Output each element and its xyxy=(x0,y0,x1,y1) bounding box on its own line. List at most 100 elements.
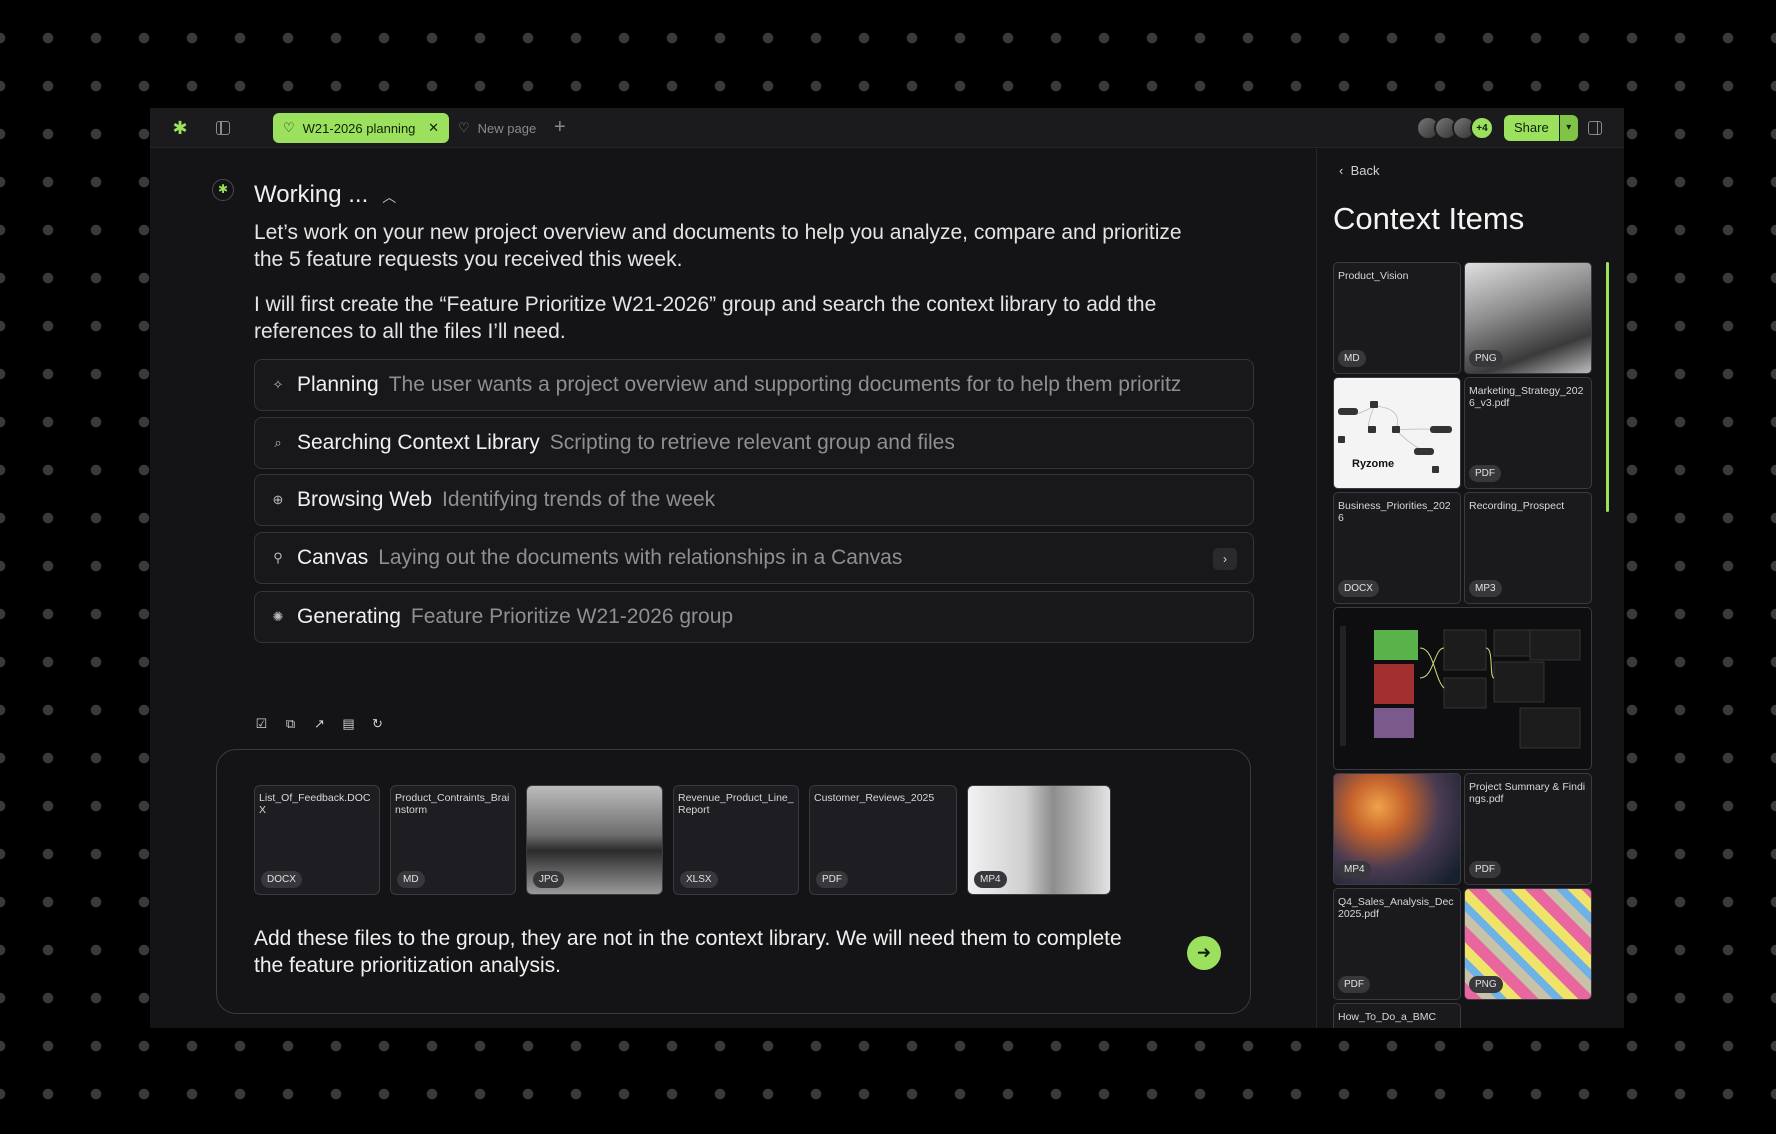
lightbulb-icon: ♡ xyxy=(458,120,470,135)
sidebar-toggle-icon[interactable] xyxy=(216,121,230,135)
send-button[interactable]: ➜ xyxy=(1187,936,1221,970)
collaborator-avatars[interactable]: +4 xyxy=(1416,116,1494,140)
tab-w21-planning[interactable]: ♡ W21-2026 planning ✕ xyxy=(273,113,449,143)
item-name: Project Summary & Findings.pdf xyxy=(1469,781,1586,805)
tab-label: New page xyxy=(477,120,537,136)
file-card-video[interactable]: MP4 xyxy=(967,785,1111,895)
file-type-badge: PDF xyxy=(1469,861,1501,878)
chevron-right-icon[interactable]: › xyxy=(1213,548,1237,570)
chat-main: ✱ Working ... ︿ Let’s work on your new pr… xyxy=(150,149,1316,1028)
file-type-badge: MP3 xyxy=(1469,580,1502,597)
context-item[interactable]: Project Summary & Findings.pdf PDF xyxy=(1464,773,1592,885)
context-item[interactable]: Business_Priorities_2026 DOCX xyxy=(1333,492,1461,604)
share-button[interactable]: Share xyxy=(1504,115,1559,141)
file-card-image[interactable]: JPG xyxy=(526,785,663,895)
file-card[interactable]: Product_Contraints_Brainstorm MD xyxy=(390,785,516,895)
right-panel-toggle-icon[interactable] xyxy=(1588,121,1602,135)
app-window: ✱ ♡ W21-2026 planning ✕ ♡ New page + +4 … xyxy=(150,108,1624,1028)
file-type-badge: PNG xyxy=(1469,350,1503,367)
item-name: Q4_Sales_Analysis_Dec2025.pdf xyxy=(1338,896,1454,920)
scrollbar[interactable] xyxy=(1606,262,1609,512)
item-name: Business_Priorities_2026 xyxy=(1338,500,1451,524)
copy-icon[interactable]: ⧉ xyxy=(283,716,298,731)
panel-title: Context Items xyxy=(1333,201,1525,236)
file-type-badge: DOCX xyxy=(1338,580,1379,597)
composer[interactable]: List_Of_Feedback.DOCX DOCX Product_Contr… xyxy=(216,749,1251,1014)
step-browsing-web[interactable]: ⊕ Browsing Web Identifying trends of the… xyxy=(254,474,1254,526)
context-item-image[interactable]: PNG xyxy=(1464,888,1592,1000)
context-panel: ‹ Back Context Items Product_Vision MD P… xyxy=(1316,149,1624,1028)
file-type-badge: PDF xyxy=(816,871,848,888)
step-planning[interactable]: ✧ Planning The user wants a project over… xyxy=(254,359,1254,411)
assistant-message-2: I will first create the “Feature Priorit… xyxy=(254,293,1157,343)
file-type-badge: MP4 xyxy=(974,871,1007,888)
file-type-badge: MD xyxy=(1338,350,1366,367)
file-type-badge: MD xyxy=(397,871,425,888)
status-text: Working ... xyxy=(254,181,369,208)
archive-icon[interactable]: ▤ xyxy=(341,716,356,731)
file-name: Product_Contraints_Brainstorm xyxy=(395,792,510,816)
step-title: Canvas xyxy=(297,546,369,569)
item-name: Product_Vision xyxy=(1338,270,1409,282)
search-icon: ⌕ xyxy=(274,435,282,450)
external-link-icon[interactable]: ↗ xyxy=(312,716,327,731)
sparkle-icon: ✧ xyxy=(272,377,284,392)
file-name: Revenue_Product_Line_Report xyxy=(678,792,794,816)
context-item[interactable]: How_To_Do_a_BMC xyxy=(1333,1003,1461,1028)
context-item-video[interactable]: MP4 xyxy=(1333,773,1461,885)
file-card[interactable]: Revenue_Product_Line_Report XLSX xyxy=(673,785,799,895)
working-status[interactable]: Working ... ︿ xyxy=(254,181,396,209)
step-title: Browsing Web xyxy=(297,488,433,511)
chevron-left-icon: ‹ xyxy=(1339,163,1344,178)
context-item[interactable]: Recording_Prospect MP3 xyxy=(1464,492,1592,604)
assistant-message-1: Let’s work on your new project overview … xyxy=(254,221,1182,271)
agent-avatar-icon: ✱ xyxy=(212,179,234,201)
file-type-badge: PDF xyxy=(1469,465,1501,482)
tab-label: W21-2026 planning xyxy=(302,120,416,136)
add-tab-icon[interactable]: + xyxy=(554,116,566,139)
context-item[interactable]: Marketing_Strategy_2026_v3.pdf PDF xyxy=(1464,377,1592,489)
file-name: Customer_Reviews_2025 xyxy=(814,792,935,804)
context-item-canvas[interactable]: MP4 xyxy=(1333,607,1592,770)
context-item-graph[interactable]: Ryzome xyxy=(1333,377,1461,489)
file-type-badge: PNG xyxy=(1469,976,1503,993)
file-card[interactable]: List_Of_Feedback.DOCX DOCX xyxy=(254,785,380,895)
step-subtitle: Identifying trends of the week xyxy=(442,488,716,511)
file-type-badge: DOCX xyxy=(261,871,302,888)
graph-thumbnail xyxy=(1338,401,1452,473)
lightbulb-icon: ♡ xyxy=(283,120,295,135)
back-button[interactable]: ‹ Back xyxy=(1339,163,1379,178)
step-subtitle: Feature Prioritize W21-2026 group xyxy=(410,605,734,628)
step-title: Planning xyxy=(297,373,379,396)
context-item-image[interactable]: PNG xyxy=(1464,262,1592,374)
canvas-thumbnail xyxy=(1340,626,1581,749)
chevron-up-icon[interactable]: ︿ xyxy=(382,189,396,205)
check-clipboard-icon[interactable]: ☑ xyxy=(254,716,269,731)
step-searching-context-library[interactable]: ⌕ Searching Context Library Scripting to… xyxy=(254,417,1254,469)
step-subtitle: The user wants a project overview and su… xyxy=(388,373,1182,396)
context-item[interactable]: Product_Vision MD xyxy=(1333,262,1461,374)
file-name: List_Of_Feedback.DOCX xyxy=(259,792,371,816)
refresh-icon[interactable]: ↻ xyxy=(370,716,385,731)
close-tab-icon[interactable]: ✕ xyxy=(428,120,439,136)
share-dropdown-chevron-icon[interactable]: ▾ xyxy=(1559,115,1578,141)
canvas-icon: ⚲ xyxy=(273,550,283,565)
graph-label: Ryzome xyxy=(1352,458,1395,470)
step-title: Searching Context Library xyxy=(297,431,540,454)
arrow-right-icon: ➜ xyxy=(1196,943,1212,962)
file-type-badge: JPG xyxy=(533,871,565,888)
item-name: Recording_Prospect xyxy=(1469,500,1565,512)
step-generating[interactable]: ✺ Generating Feature Prioritize W21-2026… xyxy=(254,591,1254,643)
item-name: How_To_Do_a_BMC xyxy=(1338,1011,1437,1023)
file-card[interactable]: Customer_Reviews_2025 PDF xyxy=(809,785,957,895)
prompt-input[interactable]: Add these files to the group, they are n… xyxy=(254,925,1154,979)
tab-new-page[interactable]: ♡ New page xyxy=(458,113,536,143)
top-bar: ✱ ♡ W21-2026 planning ✕ ♡ New page + +4 … xyxy=(150,108,1624,148)
avatar-more-count: +4 xyxy=(1470,116,1494,140)
step-subtitle: Scripting to retrieve relevant group and… xyxy=(549,431,955,454)
file-type-badge: PDF xyxy=(1338,976,1370,993)
app-logo-icon[interactable]: ✱ xyxy=(170,118,190,138)
step-canvas[interactable]: ⚲ Canvas Laying out the documents with r… xyxy=(254,532,1254,584)
back-label: Back xyxy=(1350,163,1380,178)
context-item[interactable]: Q4_Sales_Analysis_Dec2025.pdf PDF xyxy=(1333,888,1461,1000)
